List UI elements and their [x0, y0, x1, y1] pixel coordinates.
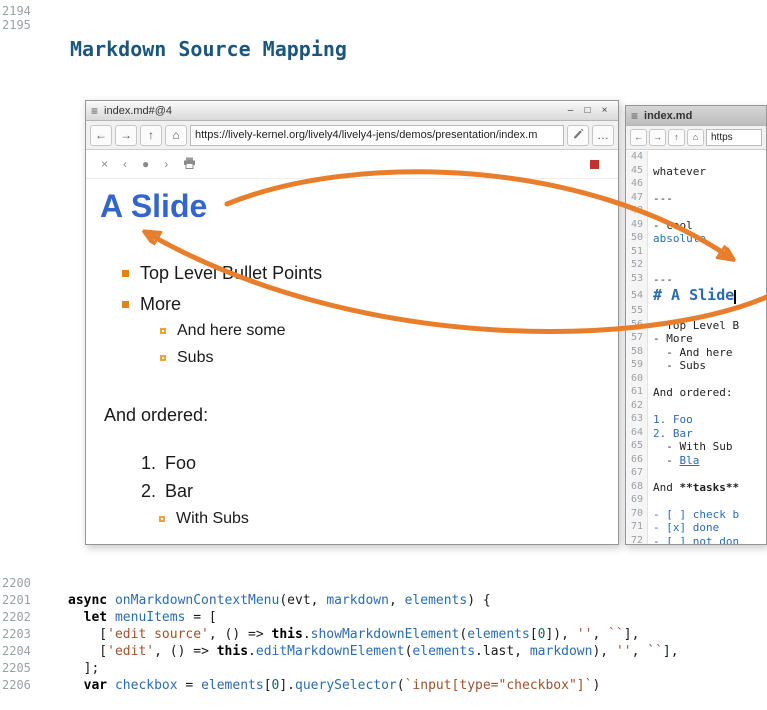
source-line: 70- [ ] check b	[626, 508, 766, 522]
window-rendered-markdown: ≡ index.md#@4 – □ × ← → ↑ ⌂ … × ‹ ● ›	[85, 100, 619, 545]
print-icon[interactable]	[183, 157, 196, 172]
back-button[interactable]: ←	[90, 125, 112, 146]
back-button[interactable]: ←	[630, 129, 647, 146]
source-line: 49- cool	[626, 219, 766, 233]
source-line: 642. Bar	[626, 427, 766, 441]
bullet-item: Top Level Bullet Points	[122, 263, 322, 284]
source-editor[interactable]: 4445whatever4647---4849- cool50absolute5…	[626, 151, 766, 544]
window-titlebar[interactable]: ≡ index.md#@4 – □ ×	[86, 101, 618, 121]
hamburger-menu-icon[interactable]: ≡	[91, 104, 98, 118]
source-line: 51	[626, 246, 766, 260]
more-options-button[interactable]: …	[592, 125, 614, 146]
source-line: 66 - Bla	[626, 454, 766, 468]
source-line: 54# A Slide	[626, 286, 766, 305]
slide-heading: A Slide	[100, 188, 207, 225]
sub-bullet-item: And here some	[160, 322, 286, 340]
url-input[interactable]	[190, 125, 564, 146]
maximize-button[interactable]: □	[579, 105, 596, 116]
source-line: 56- Top Level B	[626, 319, 766, 333]
bullet-outline-square-icon	[160, 355, 166, 361]
home-button[interactable]: ⌂	[687, 129, 704, 146]
bullet-outline-square-icon	[160, 328, 166, 334]
ordered-intro-text: And ordered:	[104, 405, 208, 426]
text-cursor	[734, 290, 736, 304]
source-line: 45whatever	[626, 165, 766, 179]
window-source-editor: ≡ index.md ← → ↑ ⌂ 4445whatever4647---48…	[625, 105, 767, 545]
forward-button[interactable]: →	[115, 125, 137, 146]
source-line: 44	[626, 151, 766, 165]
window-title: index.md	[644, 110, 761, 122]
source-line: 50absolute	[626, 232, 766, 246]
line-number: 2194	[2, 4, 31, 18]
source-line: 48	[626, 205, 766, 219]
editor-line-numbers-top: 2194 2195	[2, 4, 31, 32]
hamburger-menu-icon[interactable]: ≡	[631, 109, 638, 123]
minimize-button[interactable]: –	[562, 105, 579, 116]
browser-navbar: ← → ↑ ⌂ …	[86, 121, 618, 150]
prev-slide-icon[interactable]: ‹	[123, 157, 127, 171]
source-line: 53---	[626, 273, 766, 287]
up-button[interactable]: ↑	[668, 129, 685, 146]
forward-button[interactable]: →	[649, 129, 666, 146]
code-block[interactable]: 22002201async onMarkdownContextMenu(evt,…	[0, 576, 767, 695]
bullet-square-icon	[122, 301, 129, 308]
source-line: 72- [ ] not don	[626, 535, 766, 545]
source-line: 59 - Subs	[626, 359, 766, 373]
next-slide-icon[interactable]: ›	[164, 157, 168, 171]
ordered-number: 2.	[141, 481, 156, 502]
ordered-item: 2. Bar	[141, 481, 193, 502]
code-line: 2202 let menuItems = [	[0, 610, 767, 627]
source-line: 631. Foo	[626, 413, 766, 427]
bullet-item: More	[122, 294, 181, 315]
up-button[interactable]: ↑	[140, 125, 162, 146]
source-line: 71- [x] done	[626, 521, 766, 535]
source-line: 67	[626, 467, 766, 481]
code-line: 2204 ['edit', () => this.editMarkdownEle…	[0, 644, 767, 661]
sub-bullet-item: Subs	[160, 349, 213, 367]
source-line: 47---	[626, 192, 766, 206]
line-number: 2195	[2, 18, 31, 32]
slide-content: A Slide Top Level Bullet Points More And…	[86, 180, 618, 544]
code-line: 2206 var checkbox = elements[0].querySel…	[0, 678, 767, 695]
presentation-toolbar: × ‹ ● ›	[86, 150, 618, 179]
window-titlebar[interactable]: ≡ index.md	[626, 106, 766, 126]
screenshot-markdown-source-mapping: ≡ index.md#@4 – □ × ← → ↑ ⌂ … × ‹ ● ›	[85, 100, 767, 545]
source-line: 60	[626, 373, 766, 387]
sub-bullet-item: With Subs	[159, 510, 249, 528]
url-input[interactable]	[706, 129, 762, 146]
edit-pencil-button[interactable]	[567, 125, 589, 146]
source-line: 46	[626, 178, 766, 192]
code-line: 2203 ['edit source', () => this.showMark…	[0, 627, 767, 644]
code-line: 2200	[0, 576, 767, 593]
pencil-icon	[572, 127, 584, 139]
source-line: 68And **tasks**	[626, 481, 766, 495]
home-button[interactable]: ⌂	[165, 125, 187, 146]
browser-navbar: ← → ↑ ⌂	[626, 126, 766, 150]
recording-indicator	[590, 160, 599, 169]
ordered-item: 1. Foo	[141, 453, 196, 474]
code-line: 2205 ];	[0, 661, 767, 678]
bullet-outline-square-icon	[159, 516, 165, 522]
close-button[interactable]: ×	[596, 105, 613, 116]
close-presentation-icon[interactable]: ×	[101, 157, 108, 171]
code-line: 2201async onMarkdownContextMenu(evt, mar…	[0, 593, 767, 610]
source-line: 62	[626, 400, 766, 414]
source-line: 61And ordered:	[626, 386, 766, 400]
page-title: Markdown Source Mapping	[70, 37, 347, 61]
bullet-square-icon	[122, 270, 129, 277]
window-title: index.md#@4	[104, 105, 562, 117]
source-line: 55	[626, 305, 766, 319]
source-line: 57- More	[626, 332, 766, 346]
ordered-number: 1.	[141, 453, 156, 474]
source-line: 69	[626, 494, 766, 508]
source-line: 52	[626, 259, 766, 273]
source-line: 65 - With Sub	[626, 440, 766, 454]
source-line: 58 - And here	[626, 346, 766, 360]
current-slide-dot-icon[interactable]: ●	[142, 157, 149, 171]
